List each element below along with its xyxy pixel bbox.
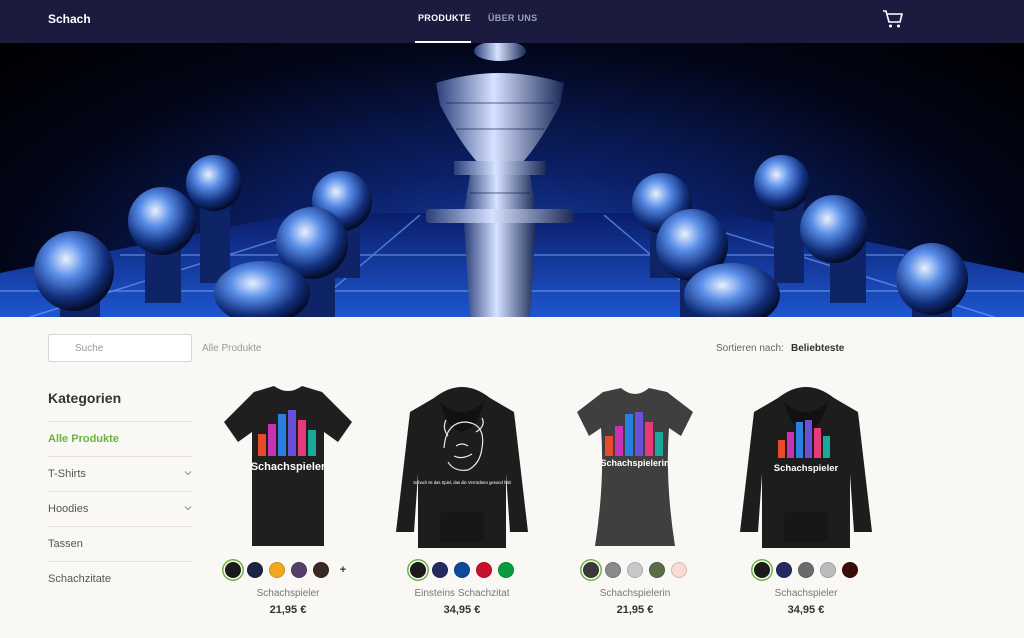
color-swatch[interactable] xyxy=(627,562,643,578)
product-name[interactable]: Schachspielerin xyxy=(555,588,715,599)
category-schachzitate[interactable]: Schachzitate xyxy=(48,573,192,585)
color-swatch[interactable] xyxy=(454,562,470,578)
color-swatch[interactable] xyxy=(476,562,492,578)
svg-text:Schach ist das Spiel, das die: Schach ist das Spiel, das die Verrückten… xyxy=(413,480,511,485)
product-image-tshirt[interactable]: Schachspieler xyxy=(208,382,368,552)
color-swatch[interactable] xyxy=(605,562,621,578)
color-swatches xyxy=(555,562,715,580)
divider xyxy=(48,526,192,527)
color-swatch[interactable] xyxy=(410,562,426,578)
product-price: 34,95 € xyxy=(787,604,825,616)
category-label: Tassen xyxy=(48,538,83,550)
color-swatch[interactable] xyxy=(754,562,770,578)
chevron-down-icon[interactable] xyxy=(184,469,192,477)
color-swatches xyxy=(382,562,542,580)
product-price: 21,95 € xyxy=(616,604,654,616)
tab-produkte[interactable]: PRODUKTE xyxy=(418,13,471,23)
color-swatch[interactable] xyxy=(649,562,665,578)
svg-text:Schachspieler: Schachspieler xyxy=(251,461,326,473)
color-swatch[interactable] xyxy=(313,562,329,578)
color-swatch[interactable] xyxy=(269,562,285,578)
more-colors-button[interactable]: + xyxy=(335,562,351,578)
color-swatch[interactable] xyxy=(291,562,307,578)
color-swatch[interactable] xyxy=(498,562,514,578)
color-swatch[interactable] xyxy=(671,562,687,578)
sort-label: Sortieren nach: xyxy=(716,343,784,354)
category-label: T-Shirts xyxy=(48,468,86,480)
category-alle-produkte[interactable]: Alle Produkte xyxy=(48,433,192,445)
category-hoodies[interactable]: Hoodies xyxy=(48,503,192,515)
divider xyxy=(48,421,192,422)
color-swatch[interactable] xyxy=(247,562,263,578)
color-swatch[interactable] xyxy=(798,562,814,578)
color-swatches: + xyxy=(208,562,368,580)
sort-dropdown[interactable]: Beliebteste xyxy=(791,343,844,354)
product-name[interactable]: Schachspieler xyxy=(208,588,368,599)
breadcrumb: Alle Produkte xyxy=(202,343,262,354)
svg-text:Schachspielerin: Schachspielerin xyxy=(600,458,669,468)
category-label: Schachzitate xyxy=(48,573,111,585)
color-swatch[interactable] xyxy=(776,562,792,578)
color-swatch[interactable] xyxy=(820,562,836,578)
color-swatch[interactable] xyxy=(432,562,448,578)
tab-ueber-uns[interactable]: ÜBER UNS xyxy=(488,13,537,23)
product-price: 21,95 € xyxy=(269,604,307,616)
product-image-hoodie[interactable]: Schach ist das Spiel, das die Verrückten… xyxy=(382,382,542,552)
product-name[interactable]: Einsteins Schachzitat xyxy=(382,588,542,599)
top-nav-bar: Schach PRODUKTE ÜBER UNS xyxy=(0,0,1024,43)
color-swatch[interactable] xyxy=(583,562,599,578)
category-label: Hoodies xyxy=(48,503,89,515)
divider xyxy=(48,491,192,492)
color-swatch[interactable] xyxy=(225,562,241,578)
chevron-down-icon[interactable] xyxy=(184,504,192,512)
category-t-shirts[interactable]: T-Shirts xyxy=(48,468,192,480)
color-swatches xyxy=(726,562,886,580)
product-image-hoodie[interactable]: Schachspieler xyxy=(726,382,886,552)
color-swatch[interactable] xyxy=(842,562,858,578)
divider xyxy=(48,456,192,457)
search-box xyxy=(48,334,192,362)
divider xyxy=(48,561,192,562)
shopping-cart-icon[interactable] xyxy=(882,9,904,29)
product-image-tshirt-women[interactable]: Schachspielerin xyxy=(555,382,715,552)
category-label: Alle Produkte xyxy=(48,433,119,445)
chess-hero-image xyxy=(0,43,1024,317)
product-price: 34,95 € xyxy=(443,604,481,616)
categories-heading: Kategorien xyxy=(48,390,122,406)
category-tassen[interactable]: Tassen xyxy=(48,538,192,550)
search-input[interactable] xyxy=(49,335,191,361)
hero-banner xyxy=(0,43,1024,317)
product-name[interactable]: Schachspieler xyxy=(726,588,886,599)
svg-text:Schachspieler: Schachspieler xyxy=(774,463,839,474)
brand-logo-text[interactable]: Schach xyxy=(48,12,91,26)
